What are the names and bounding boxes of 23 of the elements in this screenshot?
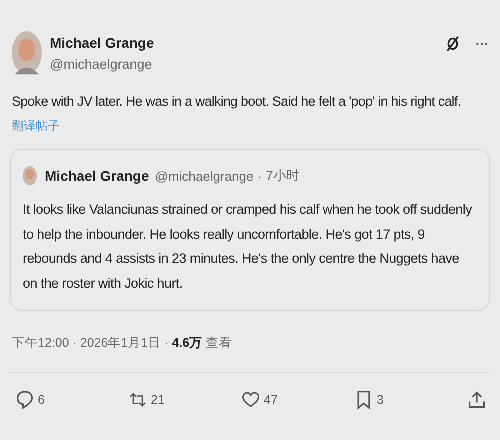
heart-icon[interactable]	[242, 390, 260, 410]
action-count: 21	[151, 393, 165, 407]
more-icon[interactable]	[476, 42, 488, 46]
reply-icon[interactable]	[16, 390, 34, 410]
quoted-post-card[interactable]	[10, 149, 490, 311]
avatar-icon[interactable]	[12, 30, 42, 76]
avatar-icon	[23, 166, 37, 186]
author-name[interactable]: Michael Grange	[50, 34, 438, 50]
action-count: 6	[38, 393, 45, 407]
author-handle[interactable]: @michaelgrange	[50, 56, 438, 72]
action-count: 47	[264, 393, 278, 407]
post-text: Spoke with JV later. He was in a walking boot. Said he felt a 'pop' in his right calf.	[12, 94, 462, 109]
post-timestamp: 下午12:00 · 2026年1月1日 · 4.6万 查看	[12, 335, 234, 352]
separator: ·	[258, 168, 262, 184]
slashed-circle-icon[interactable]	[446, 36, 460, 52]
quoted-post-text: It looks like Valanciunas strained or cramped his calf when he took off suddenly to help the inbounder. He looks really uncomfortable. He's got 17 pts, 9 rebounds and 4 assists in 23 minutes. He's the only centre the Nuggets have on the roster with Jokic hurt.	[23, 201, 474, 292]
post-time: 7小时	[266, 167, 300, 185]
quoted-author-handle: @michaelgrange	[155, 168, 254, 184]
quoted-author-name: Michael Grange	[45, 168, 150, 184]
share-icon[interactable]	[468, 390, 486, 410]
action-count: 3	[377, 393, 384, 407]
translate-link[interactable]: 翻译帖子	[12, 118, 60, 135]
bookmark-icon[interactable]	[355, 390, 373, 410]
